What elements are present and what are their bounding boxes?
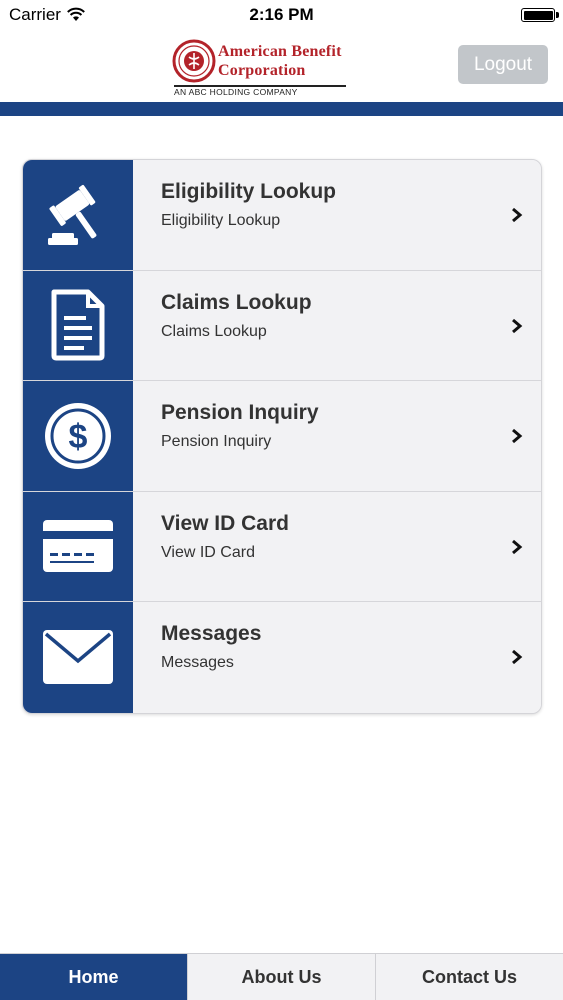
chevron-right-icon	[512, 428, 523, 444]
chevron-right-icon	[512, 649, 523, 665]
company-logo: American Benefit Corporation AN ABC HOLD…	[172, 38, 362, 97]
header-divider-bar	[0, 102, 563, 116]
dollar-coin-icon: $	[45, 402, 111, 469]
menu-item-subtitle: Eligibility Lookup	[161, 212, 281, 229]
chevron-right-icon	[512, 539, 523, 554]
app-header: American Benefit Corporation AN ABC HOLD…	[0, 32, 563, 102]
menu-item-subtitle: Messages	[161, 654, 234, 671]
bottom-tab-bar: Home About Us Contact Us	[0, 953, 563, 1000]
menu-item-view-id-card[interactable]: View ID Card View ID Card	[23, 491, 541, 602]
menu-item-title: Messages	[161, 622, 262, 645]
tab-about-us[interactable]: About Us	[187, 954, 375, 1000]
menu-item-pension-inquiry[interactable]: $ Pension Inquiry Pension Inquiry	[23, 381, 541, 492]
menu-item-eligibility-lookup[interactable]: Eligibility Lookup Eligibility Lookup	[23, 160, 541, 271]
menu-item-messages[interactable]: Messages Messages	[23, 602, 541, 713]
menu-item-title: Claims Lookup	[161, 290, 312, 314]
menu-item-title: Eligibility Lookup	[161, 180, 336, 203]
status-bar: Carrier 2:16 PM	[0, 0, 563, 32]
menu-item-subtitle: Pension Inquiry	[161, 433, 272, 450]
tab-contact-us[interactable]: Contact Us	[375, 954, 563, 1000]
chevron-right-icon	[512, 318, 523, 333]
tab-home[interactable]: Home	[0, 954, 187, 1000]
battery-icon	[521, 8, 559, 22]
menu-item-subtitle: View ID Card	[161, 543, 255, 561]
logout-button[interactable]: Logout	[458, 45, 548, 84]
chevron-right-icon	[512, 207, 523, 223]
logo-subline: AN ABC HOLDING COMPANY	[174, 87, 298, 97]
svg-text:$: $	[69, 418, 88, 456]
status-time: 2:16 PM	[249, 5, 314, 24]
logo-line-1: American Benefit	[218, 43, 342, 60]
logo-line-2: Corporation	[218, 62, 306, 79]
envelope-icon	[43, 630, 113, 685]
document-icon	[51, 289, 105, 361]
menu-item-claims-lookup[interactable]: Claims Lookup Claims Lookup	[23, 270, 541, 381]
menu-item-title: Pension Inquiry	[161, 401, 319, 424]
menu-item-title: View ID Card	[161, 511, 289, 535]
menu-item-subtitle: Claims Lookup	[161, 322, 267, 340]
id-card-icon	[43, 520, 113, 573]
gavel-icon	[48, 184, 97, 245]
logo-seal-icon	[172, 39, 216, 83]
main-menu: Eligibility Lookup Eligibility Lookup Cl…	[22, 159, 542, 714]
